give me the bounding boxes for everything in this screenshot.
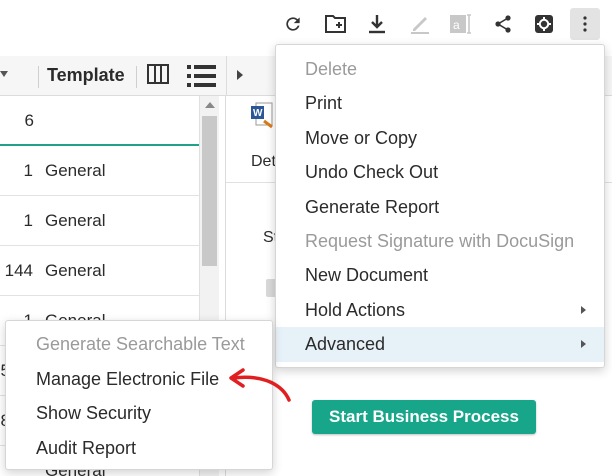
row-template: General — [45, 261, 106, 280]
refresh-icon[interactable] — [278, 8, 308, 40]
menu-item-generate-report[interactable]: Generate Report — [276, 190, 604, 224]
table-row[interactable]: 1 General — [0, 146, 200, 196]
submenu-item-generate-searchable-text: Generate Searchable Text — [36, 334, 245, 354]
sign-icon — [405, 8, 435, 40]
submenu-item-audit-report[interactable]: Audit Report — [6, 431, 272, 466]
word-document-icon: W — [250, 101, 276, 134]
start-business-process-button[interactable]: Start Business Process — [312, 400, 536, 434]
menu-item-delete: Delete — [305, 59, 358, 79]
menu-item-move-or-copy[interactable]: Move or Copy — [276, 121, 604, 155]
svg-text:W: W — [253, 108, 263, 119]
share-icon[interactable] — [488, 8, 518, 40]
details-tab-label[interactable]: Det — [251, 153, 276, 171]
menu-item-undo-check-out[interactable]: Undo Check Out — [276, 155, 604, 189]
template-column-header[interactable]: Template — [47, 65, 125, 86]
table-row[interactable]: 1 General — [0, 196, 200, 246]
menu-item-advanced[interactable]: Advanced — [276, 327, 604, 362]
scroll-up-icon[interactable] — [205, 102, 215, 108]
more-actions-menu: Delete Print Move or Copy Undo Check Out… — [275, 44, 605, 368]
more-vert-icon[interactable] — [570, 8, 600, 40]
menu-item-hold-actions[interactable]: Hold Actions — [276, 293, 604, 327]
table-row[interactable]: 6 — [0, 96, 200, 146]
row-count: 1 — [23, 161, 33, 180]
download-icon[interactable] — [362, 8, 392, 40]
sort-caret-icon[interactable] — [0, 71, 8, 77]
menu-item-print[interactable]: Print — [276, 86, 604, 120]
table-row[interactable]: 144 General — [0, 246, 200, 296]
menu-item-label: Advanced — [305, 334, 386, 355]
annotation-arrow-icon — [229, 368, 291, 402]
toolbar: a — [0, 0, 612, 48]
column-separator — [136, 66, 137, 88]
columns-icon[interactable] — [146, 62, 170, 91]
svg-text:a: a — [453, 18, 460, 32]
row-template: General — [45, 211, 106, 230]
row-template: General — [45, 161, 106, 180]
row-count: 6 — [24, 111, 34, 130]
column-separator — [38, 66, 39, 88]
expand-caret-icon[interactable] — [237, 70, 243, 80]
grid-header: Template — [0, 56, 226, 96]
settings-icon[interactable] — [529, 8, 559, 40]
text-field-icon: a — [446, 8, 476, 40]
submenu-arrow-icon — [581, 340, 586, 349]
new-folder-icon[interactable] — [321, 8, 351, 40]
row-count: 1 — [23, 211, 33, 230]
menu-item-new-document[interactable]: New Document — [276, 258, 604, 292]
row-count: 144 — [4, 261, 33, 280]
menu-item-request-signature: Request Signature with DocuSign — [305, 230, 575, 251]
menu-item-label: Hold Actions — [305, 299, 406, 320]
submenu-arrow-icon — [581, 305, 586, 314]
list-view-icon[interactable] — [186, 62, 218, 95]
scroll-thumb[interactable] — [202, 116, 217, 266]
